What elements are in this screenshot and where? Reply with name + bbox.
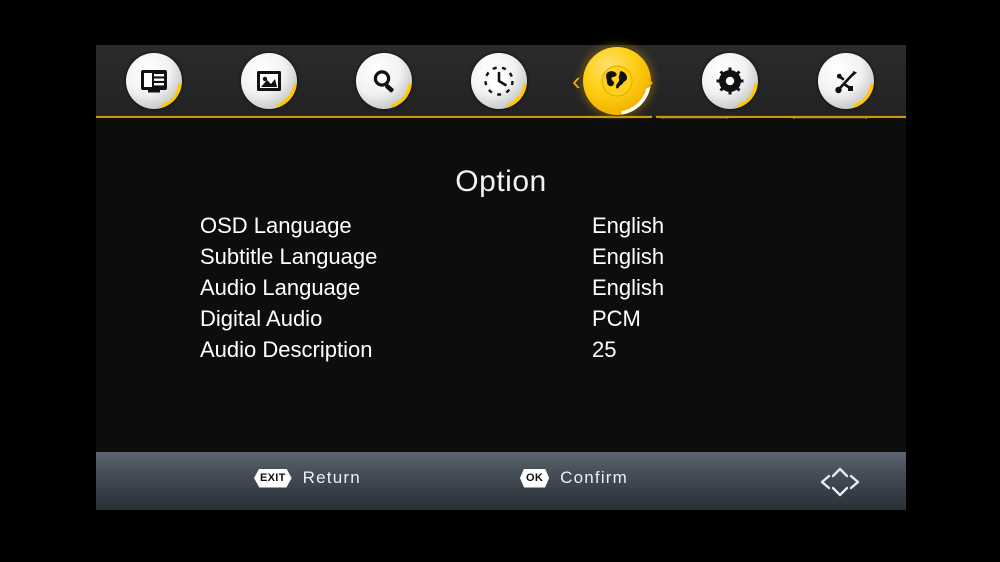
menu-row-audio-description[interactable]: Audio Description 25	[96, 337, 906, 368]
menu-value: English	[592, 213, 665, 238]
footer-hint-bar: EXIT Return OK Confirm	[96, 452, 906, 510]
menu-label: Digital Audio	[200, 306, 323, 331]
magnifier-icon	[356, 53, 412, 109]
menu-value: PCM	[592, 306, 641, 331]
page-title: Option	[455, 165, 547, 198]
menu-value: English	[592, 275, 665, 300]
menu-label: Audio Description	[200, 337, 373, 362]
menu-row-subtitle-language[interactable]: Subtitle Language English	[96, 244, 906, 275]
nav-item-option[interactable]	[583, 47, 651, 115]
menu-row-osd-language[interactable]: OSD Language English	[96, 213, 906, 244]
menu-label: Subtitle Language	[200, 244, 378, 269]
hint-return[interactable]: EXIT Return	[254, 468, 361, 488]
exit-key-badge: EXIT	[254, 468, 292, 488]
menu-label: OSD Language	[200, 213, 352, 238]
nav-prev-arrow[interactable]: ‹	[572, 68, 581, 94]
menu-row-audio-language[interactable]: Audio Language English	[96, 275, 906, 306]
nav-item-picture[interactable]	[241, 53, 297, 109]
option-menu-list: OSD Language English Subtitle Language E…	[96, 213, 906, 368]
hint-label: Return	[302, 468, 361, 487]
osd-screen: ‹ › Option OSD Language English Subtitle…	[0, 0, 1000, 562]
nav-item-usb[interactable]	[818, 53, 874, 109]
nav-item-search[interactable]	[356, 53, 412, 109]
clock-icon	[471, 53, 527, 109]
tv-list-icon	[126, 53, 182, 109]
hint-label: Confirm	[560, 468, 629, 487]
menu-label: Audio Language	[200, 275, 361, 300]
content-panel: Option OSD Language English Subtitle Lan…	[96, 119, 906, 452]
menu-row-digital-audio[interactable]: Digital Audio PCM	[96, 306, 906, 337]
globe-icon	[583, 47, 651, 115]
dpad-icon[interactable]	[816, 463, 864, 501]
nav-item-time[interactable]	[471, 53, 527, 109]
hint-confirm[interactable]: OK Confirm	[520, 468, 628, 488]
menu-value: 25	[592, 337, 617, 362]
usb-icon	[818, 53, 874, 109]
nav-next-arrow[interactable]: ›	[645, 68, 654, 94]
ok-key-badge: OK	[520, 468, 550, 488]
gear-icon	[702, 53, 758, 109]
menu-value: English	[592, 244, 665, 269]
nav-item-system[interactable]	[702, 53, 758, 109]
image-icon	[241, 53, 297, 109]
nav-item-channel-list[interactable]	[126, 53, 182, 109]
